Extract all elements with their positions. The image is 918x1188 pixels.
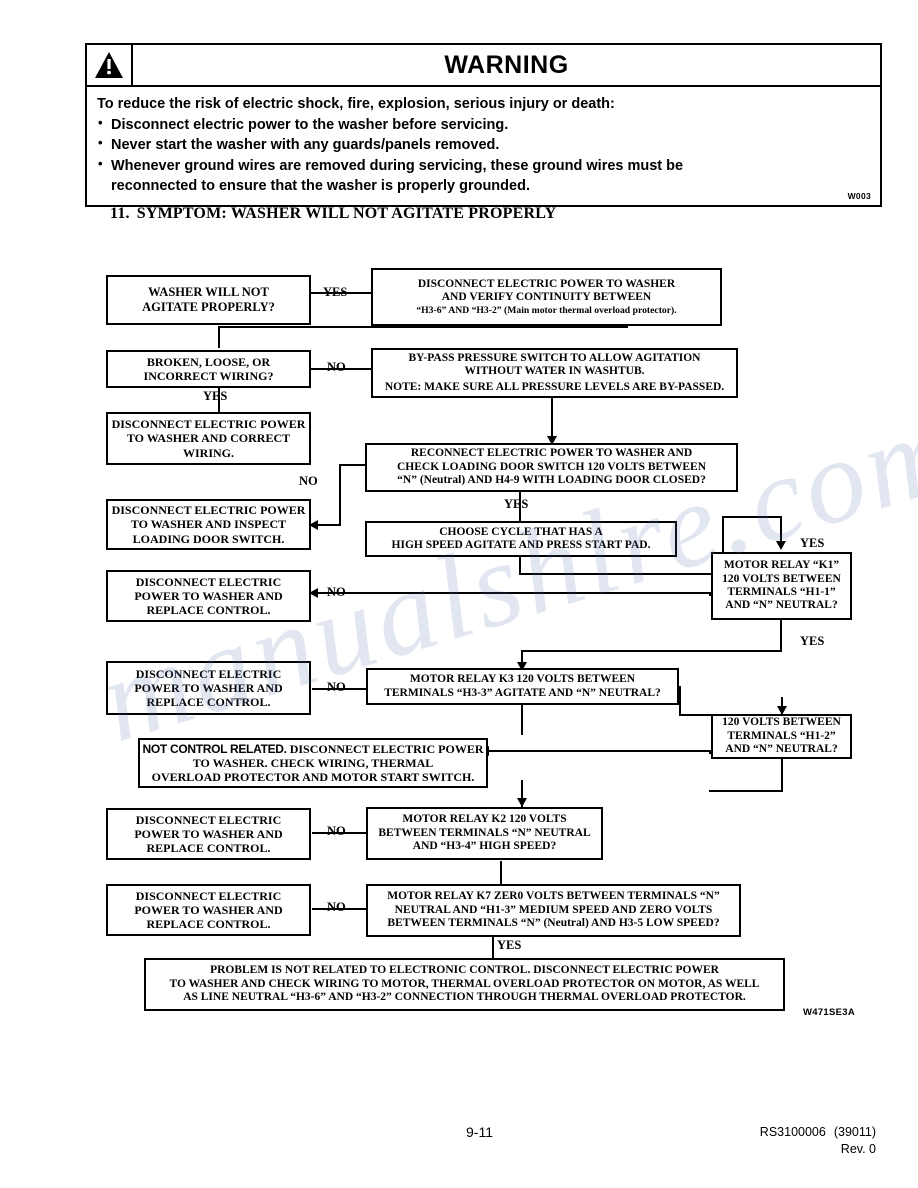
box-motor-relay-k3[interactable]: MOTOR RELAY K3 120 VOLTS BETWEEN TERMINA… <box>366 668 679 705</box>
box-choose-cycle[interactable]: CHOOSE CYCLE THAT HAS A HIGH SPEED AGITA… <box>365 521 677 557</box>
connector-k7-yes-down <box>492 937 494 958</box>
connector-k1-yes-left <box>521 650 782 652</box>
troubleshooting-flowchart: manualshlre.com WASHER WILL NOT AGITATE … <box>0 0 918 1188</box>
connector-k1-in-arrowhead <box>776 541 786 550</box>
connector-k1-in-vert <box>780 516 782 544</box>
box-replace-control-1[interactable]: DISCONNECT ELECTRIC POWER TO WASHER AND … <box>106 570 311 622</box>
connector-door-no-top <box>339 464 365 466</box>
box-reconnect-check-door-switch[interactable]: RECONNECT ELECTRIC POWER TO WASHER AND C… <box>365 443 738 492</box>
box-correct-wiring[interactable]: DISCONNECT ELECTRIC POWER TO WASHER AND … <box>106 412 311 465</box>
not-control-related-lead: NOT CONTROL RELATED. <box>142 741 287 756</box>
box-wiring-question[interactable]: BROKEN, LOOSE, OR INCORRECT WIRING? <box>106 350 311 388</box>
connector-k1-yes-down <box>780 620 782 652</box>
connector-k2-down <box>500 861 502 885</box>
connector-k3-down <box>521 705 523 735</box>
box-start-question[interactable]: WASHER WILL NOT AGITATE PROPERLY? <box>106 275 311 325</box>
box-replace-control-3[interactable]: DISCONNECT ELECTRIC POWER TO WASHER AND … <box>106 808 311 860</box>
label-no-k3: NO <box>327 680 346 694</box>
label-no-door: NO <box>299 474 318 488</box>
box-verify-continuity[interactable]: DISCONNECT ELECTRIC POWER TO WASHER AND … <box>371 268 722 326</box>
footer-doc-id: RS3100006 <box>759 1125 826 1139</box>
box-not-control-related[interactable]: NOT CONTROL RELATED. DISCONNECT ELECTRIC… <box>138 738 488 788</box>
footer-page-number: 9-11 <box>466 1124 493 1140</box>
label-no-wiring: NO <box>327 360 346 374</box>
connector-verify-down <box>218 326 220 348</box>
box-motor-relay-k1[interactable]: MOTOR RELAY “K1” 120 VOLTS BETWEEN TERMI… <box>711 552 852 620</box>
connector-k2-in-arrowhead <box>517 798 527 807</box>
box-bypass-pressure-switch[interactable]: BY-PASS PRESSURE SWITCH TO ALLOW AGITATI… <box>371 348 738 398</box>
label-yes-wiring: YES <box>203 389 228 403</box>
manual-page: WARNING To reduce the risk of electric s… <box>0 0 918 1188</box>
label-no-k2: NO <box>327 824 346 838</box>
label-yes-door: YES <box>504 497 529 511</box>
label-yes-k1-in: YES <box>800 536 825 550</box>
not-control-related-rest: DISCONNECT ELECTRIC POWER <box>286 741 484 756</box>
label-yes-k7: YES <box>497 938 522 952</box>
box-inspect-loading-door-switch[interactable]: DISCONNECT ELECTRIC POWER TO WASHER AND … <box>106 499 311 550</box>
connector-door-no-vert <box>339 464 341 525</box>
connector-bypass-down <box>551 397 553 438</box>
footer-revision: Rev. 0 <box>840 1141 876 1156</box>
label-yes-start: YES <box>323 285 348 299</box>
connector-verify-across <box>218 326 628 328</box>
box-terminals-h1-2[interactable]: 120 VOLTS BETWEEN TERMINALS “H1-2” AND “… <box>711 714 852 759</box>
footer-document-info: RS3100006 (39011) Rev. 0 <box>760 1124 876 1158</box>
footer-doc-rev-code: (39011) <box>833 1125 876 1139</box>
label-yes-k1-out: YES <box>800 634 825 648</box>
box-final-conclusion[interactable]: PROBLEM IS NOT RELATED TO ELECTRONIC CON… <box>144 958 785 1011</box>
box-motor-relay-k7[interactable]: MOTOR RELAY K7 ZER0 VOLTS BETWEEN TERMIN… <box>366 884 741 937</box>
box-replace-control-2[interactable]: DISCONNECT ELECTRIC POWER TO WASHER AND … <box>106 661 311 715</box>
box-motor-relay-k2[interactable]: MOTOR RELAY K2 120 VOLTS BETWEEN TERMINA… <box>366 807 603 860</box>
connector-h12-down-left <box>709 790 783 792</box>
connector-h12-down <box>781 759 783 792</box>
box-replace-control-4[interactable]: DISCONNECT ELECTRIC POWER TO WASHER AND … <box>106 884 311 936</box>
label-no-k1: NO <box>327 585 346 599</box>
diagram-code-label: W471SE3A <box>803 1007 856 1018</box>
connector-cycle-right <box>519 573 724 575</box>
footer-doc-line: RS3100006 (39011) <box>760 1124 876 1141</box>
connector-cycle-down <box>519 555 521 575</box>
connector-cycle-to-k1-top <box>722 516 782 518</box>
connector-k1-no-line <box>318 592 711 594</box>
connector-h12-no-line <box>489 750 711 752</box>
connector-door-no-into-box <box>318 524 341 526</box>
connector-k3-right-vert <box>679 686 681 716</box>
label-no-k7: NO <box>327 900 346 914</box>
